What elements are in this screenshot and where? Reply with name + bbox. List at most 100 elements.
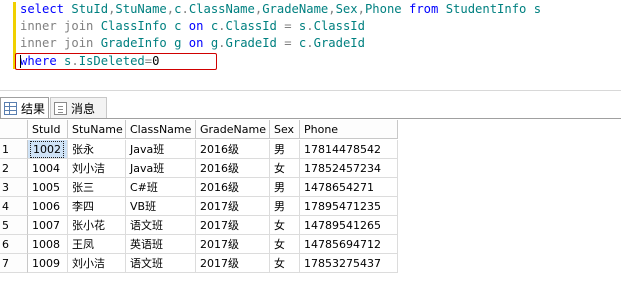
grid-cell[interactable]: 李四: [68, 197, 126, 216]
grid-cell[interactable]: 2017级: [196, 197, 270, 216]
row-number[interactable]: 5: [0, 216, 28, 235]
row-number[interactable]: 4: [0, 197, 28, 216]
grid-cell[interactable]: 男: [270, 140, 300, 159]
grid-cell[interactable]: 2016级: [196, 140, 270, 159]
sql-token: ,: [328, 2, 336, 16]
row-number[interactable]: 6: [0, 235, 28, 254]
grid-cell[interactable]: 张永: [68, 140, 126, 159]
grid-cell[interactable]: 14785694712: [300, 235, 398, 254]
grid-cell[interactable]: 英语班: [126, 235, 196, 254]
sql-line-3[interactable]: inner join GradeInfo g on g.GradeId = c.…: [20, 35, 365, 52]
grid-cell[interactable]: 17853275437: [300, 254, 398, 273]
sql-token: GradeInfo: [100, 36, 167, 50]
grid-cell[interactable]: 女: [270, 254, 300, 273]
grid-cell[interactable]: 2016级: [196, 159, 270, 178]
corner-cell[interactable]: [0, 120, 28, 139]
grid-cell[interactable]: 1478654271: [300, 178, 398, 197]
sql-token: .: [218, 36, 226, 50]
sql-token: GradeName: [262, 2, 329, 16]
grid-icon: [4, 102, 17, 115]
grid-cell[interactable]: 男: [270, 197, 300, 216]
sql-token: select: [20, 2, 65, 16]
sql-token: inner join: [20, 19, 94, 33]
column-header-sex[interactable]: Sex: [270, 120, 300, 139]
sql-line-1[interactable]: select StuId,StuName,c.ClassName,GradeNa…: [20, 1, 541, 18]
column-header-phone[interactable]: Phone: [300, 120, 398, 139]
row-number[interactable]: 1: [0, 140, 28, 159]
column-header-gradename[interactable]: GradeName: [196, 120, 270, 139]
grid-cell[interactable]: 14789541265: [300, 216, 398, 235]
tab-messages[interactable]: 消息: [50, 97, 107, 119]
grid-cell[interactable]: 语文班: [126, 254, 196, 273]
row-number[interactable]: 7: [0, 254, 28, 273]
grid-cell[interactable]: Java班: [126, 159, 196, 178]
sql-line-2[interactable]: inner join ClassInfo c on c.ClassId = s.…: [20, 18, 365, 35]
grid-cell[interactable]: 张小花: [68, 216, 126, 235]
grid-cell[interactable]: 刘小洁: [68, 159, 126, 178]
sql-editor[interactable]: select StuId,StuName,c.ClassName,GradeNa…: [0, 0, 621, 92]
grid-cell[interactable]: 1004: [28, 159, 68, 178]
grid-cell[interactable]: 语文班: [126, 216, 196, 235]
row-number[interactable]: 3: [0, 178, 28, 197]
tab-results[interactable]: 结果: [0, 97, 49, 119]
where-clause-highlight: [15, 53, 217, 70]
tab-results-label: 结果: [21, 102, 46, 116]
grid-cell[interactable]: 女: [270, 159, 300, 178]
grid-cell[interactable]: 17814478542: [300, 140, 398, 159]
sql-token: =: [284, 36, 292, 50]
column-header-stuname[interactable]: StuName: [68, 120, 126, 139]
grid-cell[interactable]: 女: [270, 216, 300, 235]
grid-cell[interactable]: 2017级: [196, 216, 270, 235]
grid-cell[interactable]: 1007: [28, 216, 68, 235]
tabs-baseline: [0, 118, 621, 119]
tab-messages-label: 消息: [71, 102, 96, 116]
editor-divider[interactable]: [0, 90, 621, 91]
grid-cell[interactable]: 女: [270, 235, 300, 254]
sql-token: GradeId: [313, 36, 365, 50]
grid-cell[interactable]: 2016级: [196, 178, 270, 197]
grid-cell[interactable]: 2017级: [196, 235, 270, 254]
sql-token: on: [188, 36, 204, 50]
sql-token: StuId: [71, 2, 109, 16]
grid-cell[interactable]: 张三: [68, 178, 126, 197]
grid-cell[interactable]: 1006: [28, 197, 68, 216]
grid-cell[interactable]: 1009: [28, 254, 68, 273]
grid-cell[interactable]: 17895471235: [300, 197, 398, 216]
grid-cell[interactable]: C#班: [126, 178, 196, 197]
sql-token: .: [218, 19, 226, 33]
grid-cell[interactable]: 1002: [28, 140, 68, 159]
grid-cell[interactable]: 1008: [28, 235, 68, 254]
sql-token: ClassInfo: [100, 19, 167, 33]
sql-token: s: [533, 2, 542, 16]
grid-cell[interactable]: 17852457234: [300, 159, 398, 178]
grid-cell[interactable]: 2017级: [196, 254, 270, 273]
grid-cell[interactable]: 1005: [28, 178, 68, 197]
grid-cell[interactable]: 刘小洁: [68, 254, 126, 273]
sql-token: inner join: [20, 36, 94, 50]
message-icon: [54, 102, 67, 115]
grid-cell[interactable]: VB班: [126, 197, 196, 216]
sql-token: ClassId: [225, 19, 277, 33]
sql-token: Phone: [364, 2, 402, 16]
text-caret: [20, 55, 21, 68]
grid-cell[interactable]: 男: [270, 178, 300, 197]
sql-token: StuName: [115, 2, 167, 16]
row-number[interactable]: 2: [0, 159, 28, 178]
grid-cell[interactable]: 王凤: [68, 235, 126, 254]
grid-cell[interactable]: Java班: [126, 140, 196, 159]
result-tabs: 结果 消息: [0, 97, 621, 119]
sql-token: .: [306, 36, 314, 50]
sql-token: Sex: [335, 2, 358, 16]
selected-cell-value: 1002: [30, 141, 64, 158]
column-header-classname[interactable]: ClassName: [126, 120, 196, 139]
sql-token: .: [306, 19, 314, 33]
column-header-stuid[interactable]: StuId: [28, 120, 68, 139]
